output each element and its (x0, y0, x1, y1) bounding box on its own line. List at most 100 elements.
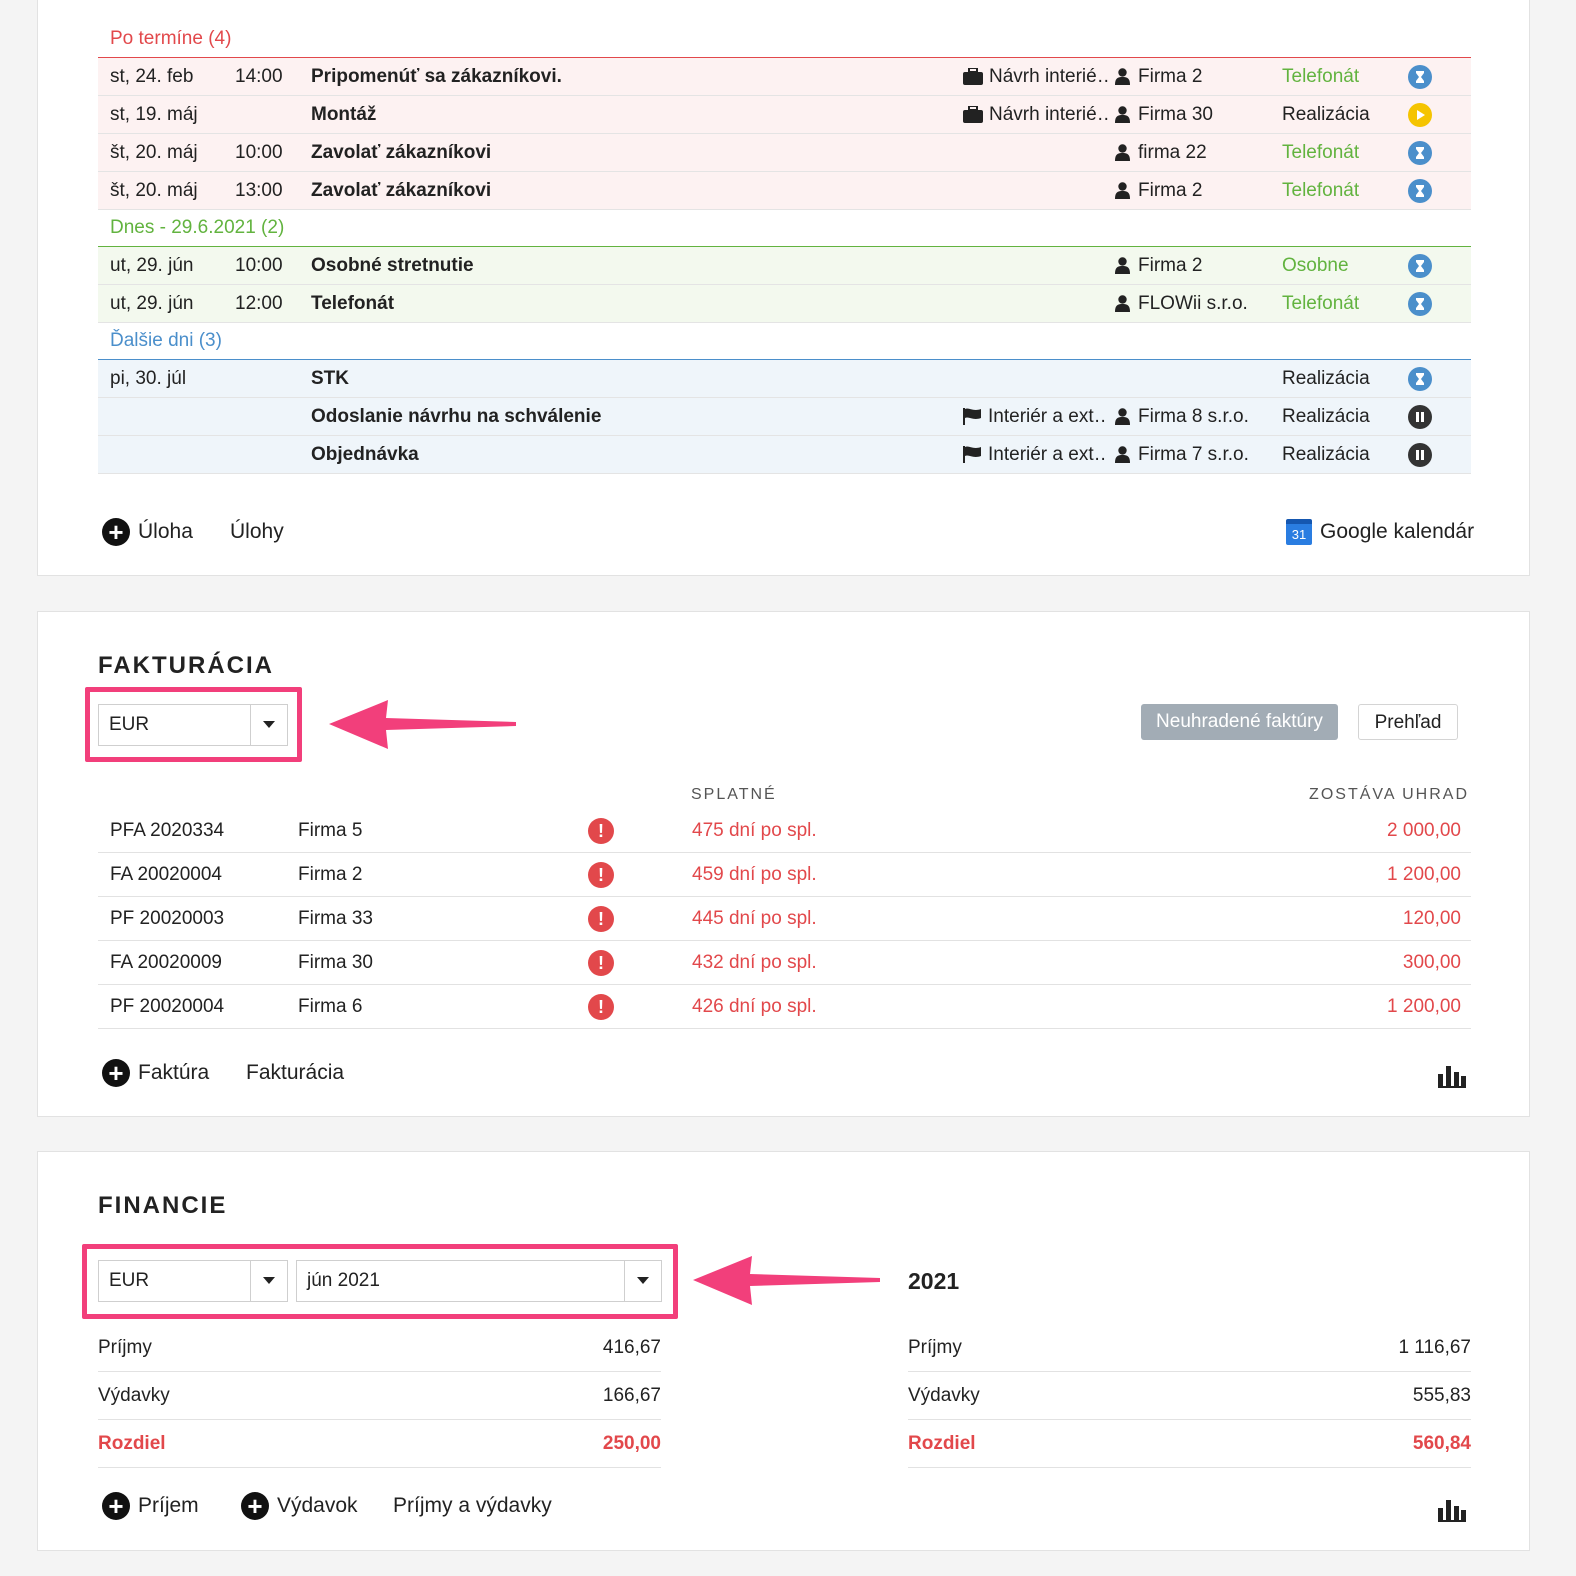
task-project[interactable]: Návrh interié… (963, 96, 1108, 133)
task-row[interactable]: st, 24. feb 14:00 Pripomenúť sa zákazníkov… (98, 58, 1471, 96)
task-time: 10:00 (235, 255, 283, 276)
chevron-down-icon (250, 705, 287, 745)
hourglass-icon[interactable] (1408, 179, 1432, 203)
hourglass-icon[interactable] (1408, 292, 1432, 316)
finance-value: 555,83 (1412, 1385, 1471, 1406)
task-row[interactable]: Odoslanie návrhu na schválenie Interiér a… (98, 398, 1471, 436)
google-calendar-link[interactable]: 31 Google kalendár (1286, 517, 1474, 547)
task-title[interactable]: Osobné stretnutie (311, 247, 474, 284)
finance-label: Výdavky (98, 1385, 170, 1406)
hourglass-icon[interactable] (1408, 65, 1432, 89)
invoice-customer[interactable]: Firma 33 (298, 897, 373, 940)
task-title[interactable]: Montáž (311, 96, 376, 133)
add-income-button[interactable]: + Príjem (102, 1491, 199, 1521)
invoice-due: 445 dní po spl. (692, 908, 817, 929)
invoice-amount: 300,00 (1402, 952, 1461, 973)
task-title[interactable]: Objednávka (311, 436, 419, 473)
invoice-number[interactable]: PFA 2020334 (110, 809, 224, 852)
finance-value: 1 116,67 (1398, 1337, 1471, 1358)
task-project[interactable]: Interiér a ext… (963, 436, 1108, 473)
task-customer[interactable]: Firma 30 (1115, 96, 1213, 133)
invoice-row[interactable]: FA 20020004 Firma 2! 459 dní po spl. 1 200,… (98, 853, 1471, 897)
task-row[interactable]: Objednávka Interiér a ext… Firma 7 s.r.o. R… (98, 436, 1471, 474)
task-project[interactable]: Interiér a ext… (963, 398, 1108, 435)
task-date: št, 20. máj (110, 180, 198, 201)
task-time: 10:00 (235, 142, 283, 163)
chevron-down-icon (624, 1261, 661, 1301)
finance-label: Príjmy (908, 1337, 962, 1358)
invoice-row[interactable]: PFA 2020334 Firma 5! 475 dní po spl. 2 000,… (98, 809, 1471, 853)
task-row[interactable]: st, 19. máj Montáž Návrh interié… Firma 30 R… (98, 96, 1471, 134)
task-title[interactable]: Zavolať zákazníkovi (311, 134, 491, 171)
briefcase-icon (963, 66, 989, 87)
overview-button[interactable]: Prehľad (1358, 704, 1458, 740)
bar-chart-icon[interactable] (1438, 1498, 1466, 1522)
invoice-number[interactable]: PF 20020003 (110, 897, 224, 940)
task-title[interactable]: Odoslanie návrhu na schválenie (311, 398, 601, 435)
add-task-button[interactable]: + Úloha (102, 517, 193, 547)
finance-value: 560,84 (1412, 1433, 1471, 1454)
tasks-link[interactable]: Úlohy (230, 517, 284, 547)
add-expense-button[interactable]: + Výdavok (241, 1491, 358, 1521)
plus-circle-icon: + (102, 518, 130, 546)
task-row[interactable]: št, 20. máj 10:00 Zavolať zákazníkovi firma… (98, 134, 1471, 172)
pause-icon[interactable] (1408, 405, 1432, 429)
hourglass-icon[interactable] (1408, 367, 1432, 391)
pause-icon[interactable] (1408, 443, 1432, 467)
task-customer[interactable]: Firma 7 s.r.o. (1115, 436, 1249, 473)
warning-icon: ! (588, 818, 614, 844)
task-row[interactable]: ut, 29. jún 12:00 Telefonát FLOWii s.r.o. Te… (98, 285, 1471, 323)
user-icon (1115, 444, 1138, 465)
invoice-customer[interactable]: Firma 30 (298, 941, 373, 984)
invoice-number[interactable]: PF 20020004 (110, 985, 224, 1028)
invoice-number[interactable]: FA 20020009 (110, 941, 222, 984)
plus-circle-icon: + (102, 1059, 130, 1087)
task-date: ut, 29. jún (110, 293, 194, 314)
flag-icon (963, 444, 988, 465)
finance-row: Príjmy 1 116,67 (908, 1324, 1471, 1372)
invoice-customer[interactable]: Firma 5 (298, 809, 362, 852)
task-project[interactable]: Návrh interié… (963, 58, 1108, 95)
finance-currency-select[interactable]: EUR (98, 1260, 288, 1302)
finance-row: Rozdiel 250,00 (98, 1420, 661, 1468)
task-row[interactable]: št, 20. máj 13:00 Zavolať zákazníkovi Firma… (98, 172, 1471, 210)
task-title[interactable]: Zavolať zákazníkovi (311, 172, 491, 209)
finance-label: Príjmy (98, 1337, 152, 1358)
task-row[interactable]: ut, 29. jún 10:00 Osobné stretnutie Firma 2… (98, 247, 1471, 285)
unpaid-invoices-button[interactable]: Neuhradené faktúry (1141, 704, 1338, 740)
task-row[interactable]: pi, 30. júl STK Realizácia (98, 360, 1471, 398)
billing-link[interactable]: Fakturácia (246, 1058, 344, 1088)
task-title[interactable]: Telefonát (311, 285, 394, 322)
invoice-row[interactable]: PF 20020004 Firma 6! 426 dní po spl. 1 200,… (98, 985, 1471, 1029)
task-title[interactable]: STK (311, 360, 349, 397)
task-customer[interactable]: firma 22 (1115, 134, 1207, 171)
play-icon[interactable] (1408, 103, 1432, 127)
arrow-icon (329, 700, 516, 749)
bar-chart-icon[interactable] (1438, 1064, 1466, 1088)
finance-month-select[interactable]: jún 2021 (296, 1260, 662, 1302)
task-customer[interactable]: Firma 8 s.r.o. (1115, 398, 1249, 435)
task-type: Realizácia (1282, 406, 1370, 427)
invoice-customer[interactable]: Firma 2 (298, 853, 362, 896)
invoice-due: 475 dní po spl. (692, 820, 817, 841)
task-customer[interactable]: Firma 2 (1115, 247, 1202, 284)
task-type: Realizácia (1282, 104, 1370, 125)
task-customer[interactable]: Firma 2 (1115, 58, 1202, 95)
add-invoice-button[interactable]: + Faktúra (102, 1058, 209, 1088)
task-customer[interactable]: Firma 2 (1115, 172, 1202, 209)
task-date: pi, 30. júl (110, 368, 187, 389)
invoice-row[interactable]: PF 20020003 Firma 33! 445 dní po spl. 120,0… (98, 897, 1471, 941)
task-customer[interactable]: FLOWii s.r.o. (1115, 285, 1248, 322)
invoice-row[interactable]: FA 20020009 Firma 30! 432 dní po spl. 300,0… (98, 941, 1471, 985)
invoice-customer[interactable]: Firma 6 (298, 985, 362, 1028)
task-title[interactable]: Pripomenúť sa zákazníkovi. (311, 58, 562, 95)
hourglass-icon[interactable] (1408, 141, 1432, 165)
finance-value: 250,00 (602, 1433, 661, 1454)
billing-currency-select[interactable]: EUR (98, 704, 288, 746)
user-icon (1115, 406, 1138, 427)
plus-circle-icon: + (102, 1492, 130, 1520)
income-expenses-link[interactable]: Príjmy a výdavky (393, 1491, 552, 1521)
hourglass-icon[interactable] (1408, 254, 1432, 278)
billing-title: FAKTURÁCIA (98, 652, 274, 679)
invoice-number[interactable]: FA 20020004 (110, 853, 222, 896)
